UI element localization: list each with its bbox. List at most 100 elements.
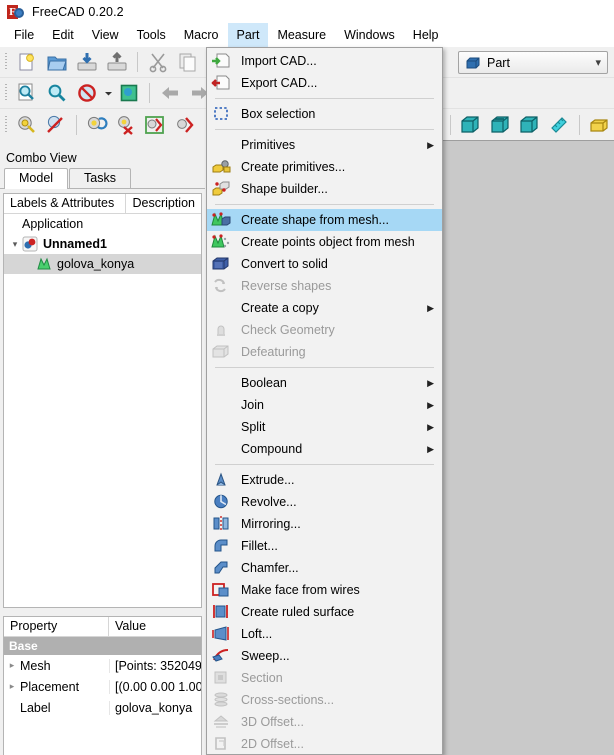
property-row[interactable]: ▸Placement [(0.00 0.00 1.00); 0. bbox=[4, 676, 201, 697]
menu-item-create-a-copy[interactable]: Create a copy ▶ bbox=[207, 297, 442, 319]
menu-item-export-cad[interactable]: Export CAD... bbox=[207, 72, 442, 94]
combo-view-title: Combo View bbox=[6, 150, 77, 165]
loft-icon bbox=[211, 625, 233, 643]
menu-item-box-selection[interactable]: Box selection bbox=[207, 103, 442, 125]
cut-icon[interactable] bbox=[143, 48, 173, 76]
measure-clear-icon[interactable] bbox=[41, 111, 70, 139]
measure-toggle-all-icon[interactable] bbox=[141, 111, 170, 139]
menu-item-make-face-from-wires[interactable]: Make face from wires bbox=[207, 579, 442, 601]
menu-item-fillet[interactable]: Fillet... bbox=[207, 535, 442, 557]
copy-icon[interactable] bbox=[173, 48, 203, 76]
measure-delete-icon[interactable] bbox=[111, 111, 140, 139]
toolbar-grip[interactable] bbox=[3, 114, 10, 136]
measure-refresh-icon[interactable] bbox=[82, 111, 111, 139]
property-row[interactable]: ▸Mesh [Points: 352049, Ed bbox=[4, 655, 201, 676]
menubar-item-windows[interactable]: Windows bbox=[335, 23, 404, 47]
model-tree[interactable]: Labels & Attributes Description Applicat… bbox=[3, 193, 202, 608]
menu-item-loft[interactable]: Loft... bbox=[207, 623, 442, 645]
menubar-item-file[interactable]: File bbox=[5, 23, 43, 47]
menu-item-label: 2D Offset... bbox=[241, 737, 304, 751]
menu-item-split[interactable]: Split ▶ bbox=[207, 416, 442, 438]
fit-selection-icon[interactable] bbox=[42, 79, 72, 107]
toolbar-grip[interactable] bbox=[3, 51, 10, 73]
measure-icon[interactable] bbox=[12, 111, 41, 139]
check-geometry-icon bbox=[211, 321, 233, 339]
submenu-arrow-icon: ▶ bbox=[427, 377, 434, 388]
menubar-item-label: View bbox=[91, 28, 119, 42]
draw-style-icon[interactable] bbox=[72, 79, 102, 107]
make-face-icon bbox=[211, 581, 233, 599]
menu-item-create-ruled-surface[interactable]: Create ruled surface bbox=[207, 601, 442, 623]
menubar-item-label: Edit bbox=[52, 28, 74, 42]
revolve-icon bbox=[211, 493, 233, 511]
fit-all-icon[interactable] bbox=[12, 79, 42, 107]
menu-item-convert-to-solid[interactable]: Convert to solid bbox=[207, 253, 442, 275]
combo-view-panel: Combo View Model Tasks Labels & Attribute… bbox=[0, 148, 205, 755]
property-value[interactable]: golova_konya bbox=[109, 700, 201, 715]
back-arrow-icon[interactable] bbox=[155, 79, 185, 107]
menubar-item-measure[interactable]: Measure bbox=[268, 23, 335, 47]
chevron-down-icon[interactable]: ▾ bbox=[8, 239, 22, 250]
chevron-right-icon[interactable]: ▸ bbox=[4, 681, 20, 692]
tab-tasks[interactable]: Tasks bbox=[69, 168, 131, 188]
menu-item-reverse-shapes: Reverse shapes bbox=[207, 275, 442, 297]
menubar-item-part[interactable]: Part bbox=[227, 23, 269, 47]
property-editor[interactable]: Property Value Base ▸ Mesh [Points: 352049… bbox=[3, 616, 202, 755]
box-element-icon[interactable] bbox=[585, 111, 614, 139]
save-document-icon[interactable] bbox=[72, 48, 102, 76]
menubar-item-help[interactable]: Help bbox=[404, 23, 448, 47]
workbench-selector[interactable]: Part ▾ bbox=[458, 51, 608, 74]
menu-item-label: Boolean bbox=[241, 376, 287, 390]
tree-item-golova-konya[interactable]: golova_konya bbox=[4, 254, 201, 274]
menu-item-import-cad[interactable]: Import CAD... bbox=[207, 50, 442, 72]
menu-item-create-points-object-from-mesh[interactable]: Create points object from mesh bbox=[207, 231, 442, 253]
menu-item-label: Convert to solid bbox=[241, 257, 328, 271]
menu-item-chamfer[interactable]: Chamfer... bbox=[207, 557, 442, 579]
tab-model[interactable]: Model bbox=[4, 168, 69, 189]
menubar-item-tools[interactable]: Tools bbox=[128, 23, 175, 47]
menubar-item-edit[interactable]: Edit bbox=[43, 23, 83, 47]
title-bar: F FreeCAD 0.20.2 bbox=[0, 0, 614, 23]
property-value[interactable]: [(0.00 0.00 1.00); 0. bbox=[109, 679, 201, 694]
front-view-icon[interactable] bbox=[456, 111, 485, 139]
menu-item-label: Create shape from mesh... bbox=[241, 213, 389, 227]
menubar-item-label: Windows bbox=[344, 28, 395, 42]
part-menu[interactable]: Import CAD... Export CAD... Box selection P… bbox=[206, 47, 443, 755]
chevron-right-icon[interactable]: ▸ bbox=[4, 660, 20, 671]
tree-item-label: golova_konya bbox=[57, 257, 135, 271]
menu-item-primitives[interactable]: Primitives ▶ bbox=[207, 134, 442, 156]
defeaturing-icon bbox=[211, 343, 233, 361]
menu-item-extrude[interactable]: Extrude... bbox=[207, 469, 442, 491]
mirroring-icon bbox=[211, 515, 233, 533]
tree-item-unnamed1[interactable]: ▾ Unnamed1 bbox=[4, 234, 201, 254]
menubar-item-macro[interactable]: Macro bbox=[175, 23, 228, 47]
property-row[interactable]: Label golova_konya bbox=[4, 697, 201, 718]
chevron-down-icon[interactable] bbox=[102, 79, 114, 107]
menu-item-mirroring[interactable]: Mirroring... bbox=[207, 513, 442, 535]
menu-item-compound[interactable]: Compound ▶ bbox=[207, 438, 442, 460]
measure-toggle-delta-icon[interactable] bbox=[170, 111, 199, 139]
print-icon[interactable] bbox=[102, 48, 132, 76]
menu-item-join[interactable]: Join ▶ bbox=[207, 394, 442, 416]
top-view-icon[interactable] bbox=[485, 111, 514, 139]
axonometric-icon[interactable] bbox=[114, 79, 144, 107]
chevron-down-icon[interactable]: ▾ bbox=[595, 56, 601, 69]
menu-item-create-primitives[interactable]: Create primitives... bbox=[207, 156, 442, 178]
menu-item-shape-builder[interactable]: Shape builder... bbox=[207, 178, 442, 200]
mdi-area bbox=[443, 140, 614, 755]
property-value[interactable]: [Points: 352049, Ed bbox=[109, 658, 201, 673]
menu-item-sweep[interactable]: Sweep... bbox=[207, 645, 442, 667]
menu-item-revolve[interactable]: Revolve... bbox=[207, 491, 442, 513]
tree-root-application[interactable]: Application bbox=[4, 214, 201, 234]
reverse-shapes-icon bbox=[211, 277, 233, 295]
new-document-icon[interactable] bbox=[12, 48, 42, 76]
menubar-item-view[interactable]: View bbox=[83, 23, 128, 47]
menu-item-boolean[interactable]: Boolean ▶ bbox=[207, 372, 442, 394]
open-document-icon[interactable] bbox=[42, 48, 72, 76]
measure-ruler-icon[interactable] bbox=[544, 111, 573, 139]
menu-item-create-shape-from-mesh[interactable]: Create shape from mesh... bbox=[207, 209, 442, 231]
sweep-icon bbox=[211, 647, 233, 665]
right-view-icon[interactable] bbox=[515, 111, 544, 139]
menu-item-label: Sweep... bbox=[241, 649, 290, 663]
toolbar-grip[interactable] bbox=[3, 82, 10, 104]
